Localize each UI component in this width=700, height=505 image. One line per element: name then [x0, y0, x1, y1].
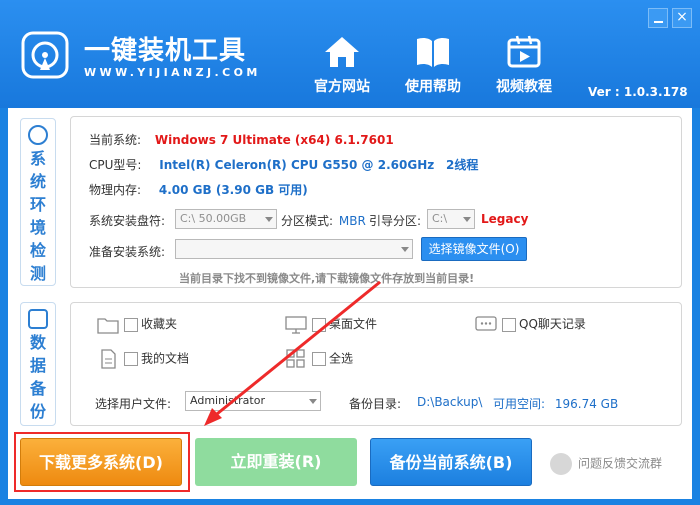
section-char: 据 — [29, 356, 46, 375]
app-url: WWW.YIJIANZJ.COM — [84, 66, 261, 79]
minimize-button[interactable] — [648, 8, 668, 28]
backup-documents[interactable]: 我的文档 — [97, 349, 189, 369]
free-space-label: 可用空间: — [493, 397, 546, 411]
section-char: 环 — [29, 195, 46, 214]
boot-label: 引导分区: — [369, 214, 422, 228]
checkbox[interactable] — [124, 317, 138, 332]
backup-desktop[interactable]: 桌面文件 — [285, 315, 377, 334]
image-notice: 当前目录下找不到镜像文件,请下载镜像文件存放到当前目录! — [179, 272, 475, 285]
system-panel: 当前系统: Windows 7 Ultimate (x64) 6.1.7601 … — [70, 116, 682, 288]
cpu-threads: 2线程 — [446, 158, 479, 172]
drive-select[interactable]: C:\ 50.00GB — [175, 209, 277, 229]
drive-label: 系统安装盘符: — [89, 214, 166, 228]
item-label: 我的文档 — [141, 351, 190, 366]
nav-label: 官方网站 — [314, 79, 370, 95]
document-icon — [101, 349, 116, 369]
cpu-label: CPU型号: — [89, 158, 142, 172]
backup-section-label: 数 据 备 份 — [20, 302, 56, 426]
book-icon — [417, 37, 449, 67]
close-button[interactable]: × — [672, 8, 692, 28]
video-icon — [507, 35, 541, 68]
checkbox[interactable] — [312, 317, 326, 332]
drive-value: C:\ 50.00GB — [180, 212, 247, 225]
free-space-value: 196.74 GB — [554, 397, 619, 411]
section-char: 份 — [29, 402, 46, 421]
home-icon — [325, 37, 359, 67]
backup-qq-chat[interactable]: QQ聊天记录 — [475, 315, 586, 334]
backup-dir-label: 备份目录: — [349, 397, 402, 411]
backup-dir-value[interactable]: D:\Backup\ — [417, 395, 482, 409]
user-label: 选择用户文件: — [95, 397, 172, 411]
nav-label: 视频教程 — [496, 79, 552, 95]
main-content: 系 统 环 境 检 测 当前系统: Windows 7 Ultimate (x6… — [8, 108, 692, 499]
memory-value: 4.00 GB (3.90 GB 可用) — [158, 183, 308, 197]
partition-label: 分区模式: — [281, 214, 334, 228]
item-label: 桌面文件 — [329, 317, 378, 331]
checkbox[interactable] — [312, 352, 326, 366]
backup-select-all[interactable]: 全选 — [285, 349, 353, 369]
section-char: 系 — [29, 149, 46, 168]
user-value: Administrator — [190, 394, 265, 407]
free-space-row: 可用空间: 196.74 GB — [493, 395, 618, 412]
nav-label: 使用帮助 — [405, 79, 461, 95]
os-label: 当前系统: — [89, 133, 142, 147]
user-select[interactable]: Administrator — [185, 391, 321, 411]
nav-help[interactable]: 使用帮助 — [396, 34, 470, 96]
grid-icon — [286, 349, 305, 368]
item-label: QQ聊天记录 — [519, 317, 586, 331]
backup-current-system-button[interactable]: 备份当前系统(B) — [370, 438, 532, 486]
reinstall-now-button[interactable]: 立即重装(R) — [195, 438, 357, 486]
section-char: 测 — [29, 264, 46, 283]
download-more-systems-button[interactable]: 下载更多系统(D) — [20, 438, 182, 486]
feedback-group-link[interactable]: 问题反馈交流群 — [550, 453, 662, 475]
boot-value: C:\ — [432, 212, 448, 225]
item-label: 收藏夹 — [141, 317, 178, 331]
app-title: 一键装机工具 — [84, 36, 247, 66]
cpu-row: CPU型号: Intel(R) Celeron(R) CPU G550 @ 2.… — [89, 156, 478, 173]
partition-row: 分区模式: MBR — [281, 212, 366, 229]
qq-icon — [550, 453, 572, 475]
section-char: 统 — [29, 172, 46, 191]
section-char: 备 — [29, 379, 46, 398]
boot-mode: Legacy — [481, 212, 529, 226]
folder-icon — [97, 317, 119, 334]
feedback-label: 问题反馈交流群 — [578, 456, 663, 471]
partition-value: MBR — [338, 214, 366, 228]
title-bar: 一键装机工具 WWW.YIJIANZJ.COM 官方网站 使用帮助 视频教程 ×… — [0, 0, 700, 108]
image-select[interactable] — [175, 239, 413, 259]
backup-panel: 收藏夹 桌面文件 QQ聊天记录 我的文档 全选 选择用户文件: Administ… — [70, 302, 682, 426]
monitor-icon — [285, 315, 307, 334]
os-row: 当前系统: Windows 7 Ultimate (x64) 6.1.7601 — [89, 131, 394, 148]
item-label: 全选 — [329, 351, 354, 366]
section-char: 境 — [29, 218, 46, 237]
logo-icon — [21, 31, 69, 79]
boot-select[interactable]: C:\ — [427, 209, 475, 229]
section-char: 检 — [29, 241, 46, 260]
checkbox[interactable] — [124, 352, 138, 366]
backup-favorites[interactable]: 收藏夹 — [97, 315, 177, 334]
nav-video-tutorial[interactable]: 视频教程 — [487, 34, 561, 96]
select-image-button[interactable]: 选择镜像文件(O) — [421, 237, 527, 261]
system-section-label: 系 统 环 境 检 测 — [20, 118, 56, 286]
version-label: Ver : 1.0.3.178 — [588, 85, 688, 99]
checkbox[interactable] — [502, 317, 516, 332]
backup-icon — [28, 309, 48, 329]
refresh-icon — [28, 125, 48, 145]
prepare-label: 准备安装系统: — [89, 245, 166, 259]
section-char: 数 — [29, 333, 46, 352]
cpu-value: Intel(R) Celeron(R) CPU G550 @ 2.60GHz — [159, 158, 435, 172]
os-value: Windows 7 Ultimate (x64) 6.1.7601 — [154, 133, 394, 147]
memory-row: 物理内存: 4.00 GB (3.90 GB 可用) — [89, 181, 308, 198]
chat-icon — [475, 315, 497, 331]
memory-label: 物理内存: — [89, 183, 142, 197]
nav-official-site[interactable]: 官方网站 — [305, 34, 379, 96]
